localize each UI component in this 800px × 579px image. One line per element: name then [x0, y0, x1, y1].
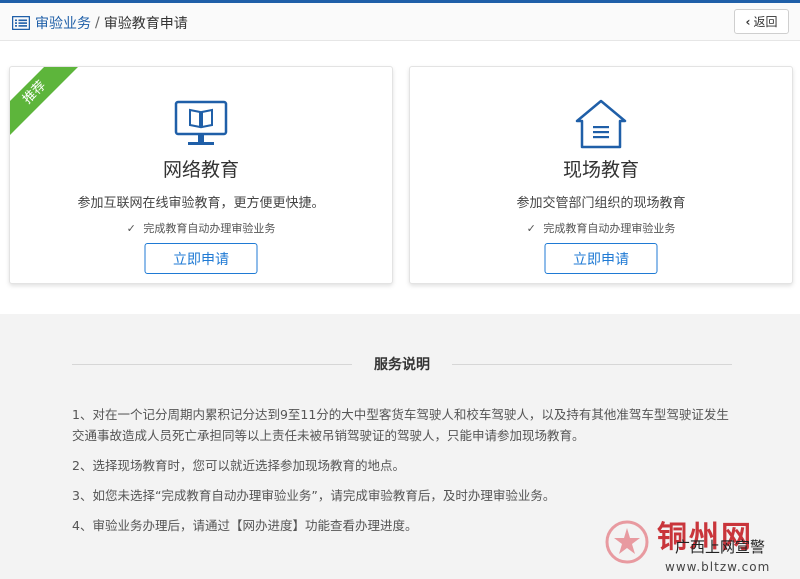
- watermark: 铜州网 广西上网宣警 www.bltzw.com: [595, 510, 800, 579]
- chevron-left-icon: ‹: [745, 14, 751, 29]
- watermark-subtitle: 广西上网宣警: [675, 538, 766, 556]
- checkbox-label: 完成教育自动办理审验业务: [143, 222, 276, 235]
- online-education-card: 推荐 网络教育 参加互联网在线审验教育，更方便更快捷。 ✓ 完成教育自动办理审验…: [9, 66, 393, 284]
- back-button[interactable]: ‹ 返回: [734, 9, 789, 34]
- back-button-label: 返回: [753, 15, 778, 29]
- breadcrumb-separator: /: [95, 15, 100, 31]
- education-options: 推荐 网络教育 参加互联网在线审验教育，更方便更快捷。 ✓ 完成教育自动办理审验…: [0, 42, 800, 304]
- breadcrumb: 审验业务 / 审验教育申请: [12, 13, 188, 33]
- card-title: 网络教育: [162, 159, 239, 181]
- service-title-row: 服务说明: [72, 354, 732, 374]
- apply-online-button[interactable]: 立即申请: [144, 243, 258, 274]
- card-description: 参加交管部门组织的现场教育: [516, 196, 686, 211]
- auto-process-checkbox[interactable]: ✓ 完成教育自动办理审验业务: [410, 220, 792, 236]
- header-bar: 审验业务 / 审验教育申请 ‹ 返回: [0, 3, 800, 41]
- service-note: 1、对在一个记分周期内累积记分达到9至11分的大中型客货车驾驶人和校车驾驶人，以…: [72, 407, 729, 443]
- onsite-education-card: 现场教育 参加交管部门组织的现场教育 ✓ 完成教育自动办理审验业务 立即申请: [409, 66, 793, 284]
- recommended-ribbon: 推荐: [10, 67, 83, 141]
- watermark-logo-icon: [605, 520, 649, 564]
- list-icon: [12, 16, 30, 30]
- divider-line: [452, 364, 732, 365]
- card-title: 现场教育: [562, 159, 639, 181]
- service-note: 3、如您未选择“完成教育自动办理审验业务”，请完成审验教育后，及时办理审验业务。: [72, 488, 556, 503]
- checkmark-icon: ✓: [526, 222, 536, 235]
- service-note: 2、选择现场教育时，您可以就近选择参加现场教育的地点。: [72, 458, 405, 473]
- auto-process-checkbox[interactable]: ✓ 完成教育自动办理审验业务: [10, 220, 392, 236]
- watermark-url: www.bltzw.com: [665, 560, 771, 574]
- breadcrumb-current: 审验教育申请: [103, 16, 188, 32]
- breadcrumb-parent-link[interactable]: 审验业务: [35, 13, 91, 33]
- card-description: 参加互联网在线审验教育，更方便更快捷。: [77, 196, 325, 211]
- checkbox-label: 完成教育自动办理审验业务: [543, 222, 676, 235]
- house-document-icon: [575, 99, 627, 149]
- checkmark-icon: ✓: [126, 222, 136, 235]
- monitor-book-icon: [174, 100, 228, 145]
- apply-onsite-button[interactable]: 立即申请: [544, 243, 658, 274]
